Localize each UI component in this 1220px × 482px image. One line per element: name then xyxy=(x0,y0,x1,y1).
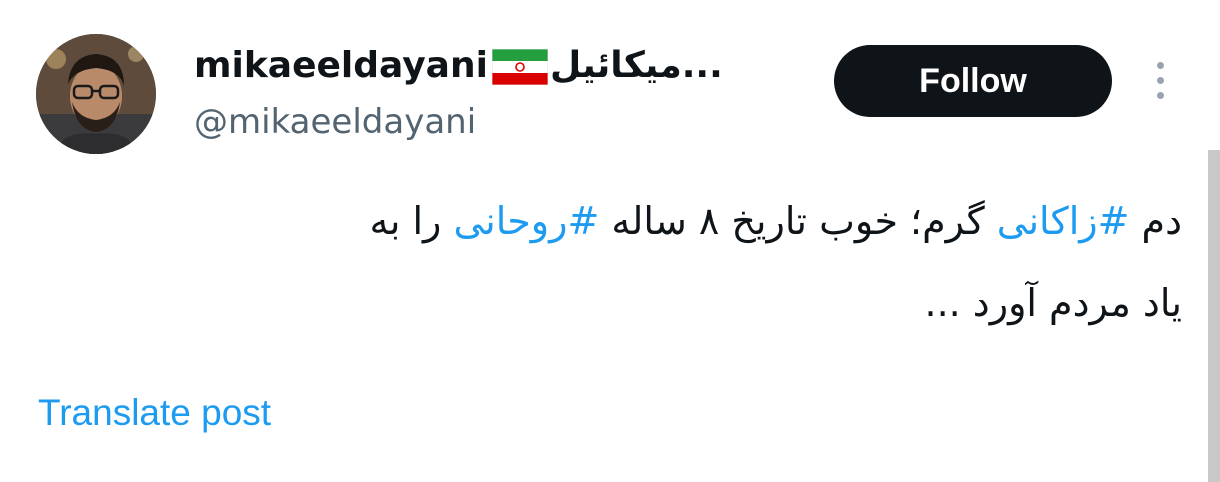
post-text: دم #زاکانی گرم؛ خوب تاریخ ۸ ساله #روحانی… xyxy=(62,180,1182,344)
avatar-image xyxy=(36,34,156,154)
display-name-latin: mikaeeldayani xyxy=(194,45,488,86)
follow-button[interactable]: Follow xyxy=(834,45,1112,117)
iran-flag-icon xyxy=(491,48,549,86)
post-text-segment: گرم؛ خوب تاریخ ۸ ساله xyxy=(599,199,997,243)
post-text-line-2: یاد مردم آورد ... xyxy=(924,281,1182,325)
display-name-persian: ...میکائیل xyxy=(549,45,723,86)
hashtag-rouhani[interactable]: #روحانی xyxy=(453,199,599,243)
translate-post-link[interactable]: Translate post xyxy=(38,392,271,434)
post-text-line-1: دم #زاکانی گرم؛ خوب تاریخ ۸ ساله #روحانی… xyxy=(62,180,1182,262)
avatar[interactable] xyxy=(36,34,156,154)
author-handle[interactable]: @mikaeeldayani xyxy=(194,96,814,148)
display-name[interactable]: mikaeeldayani ...میکائیل xyxy=(194,40,814,92)
post-text-segment: را به xyxy=(369,199,454,243)
tweet-card: mikaeeldayani ...میکائیل @mikaeeldayani … xyxy=(0,0,1220,482)
post-text-segment: دم xyxy=(1129,199,1182,243)
more-vertical-icon[interactable] xyxy=(1146,58,1174,104)
hashtag-zakani[interactable]: #زاکانی xyxy=(997,199,1130,243)
author-names: mikaeeldayani ...میکائیل @mikaeeldayani xyxy=(194,40,814,148)
scrollbar[interactable] xyxy=(1208,150,1220,482)
